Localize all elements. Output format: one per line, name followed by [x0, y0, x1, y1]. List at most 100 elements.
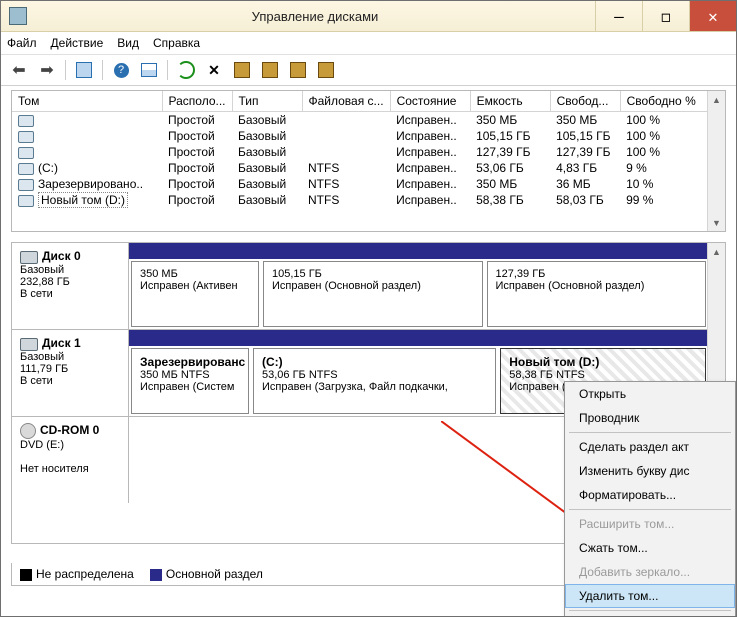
nav-forward-button[interactable]: ➡ [35, 58, 59, 82]
ctx-make-active[interactable]: Сделать раздел акт [565, 435, 735, 459]
ctx-format[interactable]: Форматировать... [565, 483, 735, 507]
toolbar-rescan-button[interactable] [286, 58, 310, 82]
disk-management-window: Управление дисками — ◻ ✕ Файл Действие В… [0, 0, 737, 617]
minimize-button[interactable]: — [595, 1, 642, 31]
cell-freepct: 100 % [620, 144, 707, 160]
cell-layout: Простой [162, 144, 232, 160]
cell-freepct: 100 % [620, 112, 707, 129]
toolbar-help-button[interactable]: ? [109, 58, 133, 82]
col-free[interactable]: Свобод... [550, 91, 620, 112]
cdrom-title: CD-ROM 0 [40, 423, 99, 437]
swatch-navy-icon [150, 569, 162, 581]
col-type[interactable]: Тип [232, 91, 302, 112]
ctx-change-letter[interactable]: Изменить букву дис [565, 459, 735, 483]
disk0-part2[interactable]: 127,39 ГБИсправен (Основной раздел) [487, 261, 707, 327]
cell-freepct: 10 % [620, 176, 707, 192]
cell-free: 4,83 ГБ [550, 160, 620, 176]
menu-file[interactable]: Файл [7, 36, 37, 50]
volume-scrollbar[interactable]: ▲ ▼ [707, 91, 725, 231]
cell-fs [302, 128, 390, 144]
volume-row[interactable]: Зарезервировано..ПростойБазовыйNTFSИспра… [12, 176, 708, 192]
disk1-part1[interactable]: (C:)53,06 ГБ NTFSИсправен (Загрузка, Фай… [253, 348, 496, 414]
scroll-up-icon: ▲ [708, 243, 725, 260]
folder-icon [262, 62, 278, 78]
disk1-part0[interactable]: Зарезервированс350 МБ NTFSИсправен (Сист… [131, 348, 249, 414]
disk0-label[interactable]: Диск 0 Базовый 232,88 ГБ В сети [12, 243, 129, 329]
cell-freepct: 9 % [620, 160, 707, 176]
ctx-shrink[interactable]: Сжать том... [565, 536, 735, 560]
volume-icon [18, 115, 34, 127]
disk1-label[interactable]: Диск 1 Базовый 111,79 ГБ В сети [12, 330, 129, 416]
scroll-up-icon: ▲ [708, 91, 725, 108]
legend-unallocated: Не распределена [20, 567, 134, 581]
disk0-part0[interactable]: 350 МБИсправен (Активен [131, 261, 259, 327]
ctx-delete-volume[interactable]: Удалить том... [565, 584, 735, 608]
menu-action[interactable]: Действие [51, 36, 104, 50]
titlebar: Управление дисками — ◻ ✕ [1, 1, 736, 32]
cell-status: Исправен.. [390, 160, 470, 176]
separator [102, 60, 103, 80]
cell-capacity: 127,39 ГБ [470, 144, 550, 160]
col-fs[interactable]: Файловая с... [302, 91, 390, 112]
table-icon [141, 63, 157, 77]
delete-icon: ✕ [208, 62, 220, 79]
volume-row[interactable]: ПростойБазовыйИсправен..127,39 ГБ127,39 … [12, 144, 708, 160]
disk1-size: 111,79 ГБ [20, 363, 68, 375]
cell-freepct: 100 % [620, 128, 707, 144]
maximize-button[interactable]: ◻ [642, 1, 689, 31]
cell-type: Базовый [232, 160, 302, 176]
cell-volume: Зарезервировано.. [12, 176, 162, 192]
close-button[interactable]: ✕ [689, 1, 736, 31]
ctx-mirror: Добавить зеркало... [565, 560, 735, 584]
disk1-state: В сети [20, 375, 53, 387]
toolbar-properties2-button[interactable] [258, 58, 282, 82]
menu-view[interactable]: Вид [117, 36, 139, 50]
volume-row[interactable]: Новый том (D:)ПростойБазовыйNTFSИсправен… [12, 192, 708, 208]
cell-free: 36 МБ [550, 176, 620, 192]
toolbar-layout-button[interactable] [137, 58, 161, 82]
toolbar-delete-button[interactable]: ✕ [202, 58, 226, 82]
menu-help[interactable]: Справка [153, 36, 200, 50]
system-menu-icon[interactable] [9, 7, 27, 25]
cell-volume [12, 112, 162, 129]
separator [167, 60, 168, 80]
disk-icon [20, 338, 38, 351]
nav-back-button[interactable]: ⬅ [7, 58, 31, 82]
cdrom-label[interactable]: CD-ROM 0 DVD (E:) Нет носителя [12, 417, 129, 503]
cell-fs [302, 112, 390, 129]
cell-capacity: 350 МБ [470, 112, 550, 129]
col-freepct[interactable]: Свободно % [620, 91, 707, 112]
legend-primary: Основной раздел [150, 567, 263, 581]
cdrom-drive: DVD (E:) [20, 439, 64, 451]
cdrom-state: Нет носителя [20, 463, 89, 475]
disk0-type: Базовый [20, 264, 64, 276]
cell-status: Исправен.. [390, 144, 470, 160]
disk1-stripe [129, 330, 708, 346]
separator [65, 60, 66, 80]
col-capacity[interactable]: Емкость [470, 91, 550, 112]
toolbar-properties1-button[interactable] [230, 58, 254, 82]
menu-bar: Файл Действие Вид Справка [1, 32, 736, 55]
toolbar-panes-button[interactable] [72, 58, 96, 82]
cell-fs: NTFS [302, 192, 390, 208]
disk0-part1[interactable]: 105,15 ГБИсправен (Основной раздел) [263, 261, 483, 327]
swatch-black-icon [20, 569, 32, 581]
pane-icon [76, 62, 92, 78]
volume-row[interactable]: ПростойБазовыйИсправен..350 МБ350 МБ100 … [12, 112, 708, 129]
cell-freepct: 99 % [620, 192, 707, 208]
toolbar: ⬅ ➡ ? ✕ [1, 55, 736, 86]
cell-status: Исправен.. [390, 176, 470, 192]
col-volume[interactable]: Том [12, 91, 162, 112]
toolbar-settings-button[interactable] [314, 58, 338, 82]
toolbar-refresh-button[interactable] [174, 58, 198, 82]
ctx-properties[interactable]: Свойства [565, 613, 735, 617]
ctx-explorer[interactable]: Проводник [565, 406, 735, 430]
col-layout[interactable]: Располо... [162, 91, 232, 112]
cell-volume: (C:) [12, 160, 162, 176]
col-status[interactable]: Состояние [390, 91, 470, 112]
volume-row[interactable]: ПростойБазовыйИсправен..105,15 ГБ105,15 … [12, 128, 708, 144]
volume-row[interactable]: (C:)ПростойБазовыйNTFSИсправен..53,06 ГБ… [12, 160, 708, 176]
cell-capacity: 350 МБ [470, 176, 550, 192]
volume-icon [18, 163, 34, 175]
ctx-open[interactable]: Открыть [565, 382, 735, 406]
